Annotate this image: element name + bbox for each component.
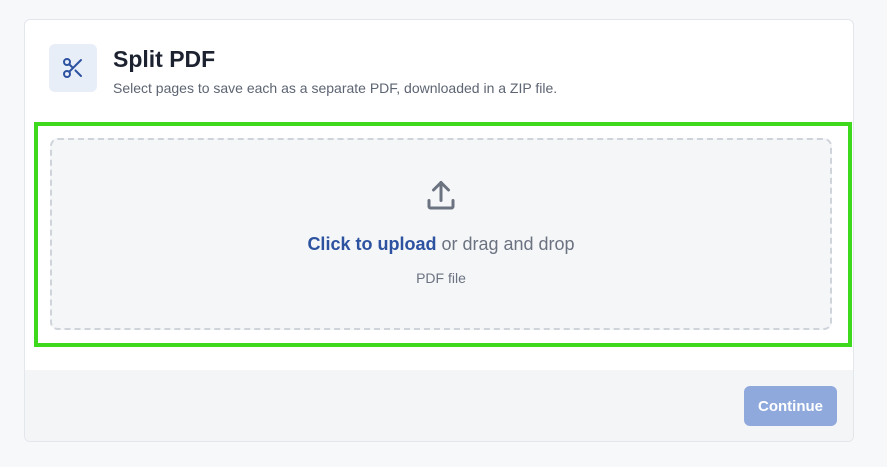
upload-icon	[427, 181, 455, 210]
page-title: Split PDF	[113, 46, 216, 72]
file-dropzone[interactable]: Click to upload or drag and drop PDF fil…	[50, 138, 832, 330]
drag-and-drop-text: or drag and drop	[436, 234, 575, 254]
page-subtitle: Select pages to save each as a separate …	[113, 80, 558, 96]
file-type-hint: PDF file	[416, 270, 466, 286]
card-header: Split PDF Select pages to save each as a…	[49, 44, 829, 96]
continue-button[interactable]: Continue	[744, 386, 837, 426]
upload-prompt: Click to upload or drag and drop	[52, 234, 830, 255]
card-footer: Continue	[25, 370, 853, 441]
scissors-icon	[63, 58, 82, 78]
split-pdf-card: Split PDF Select pages to save each as a…	[24, 19, 854, 442]
click-to-upload-link[interactable]: Click to upload	[307, 234, 436, 254]
tool-icon-tile	[49, 44, 97, 92]
